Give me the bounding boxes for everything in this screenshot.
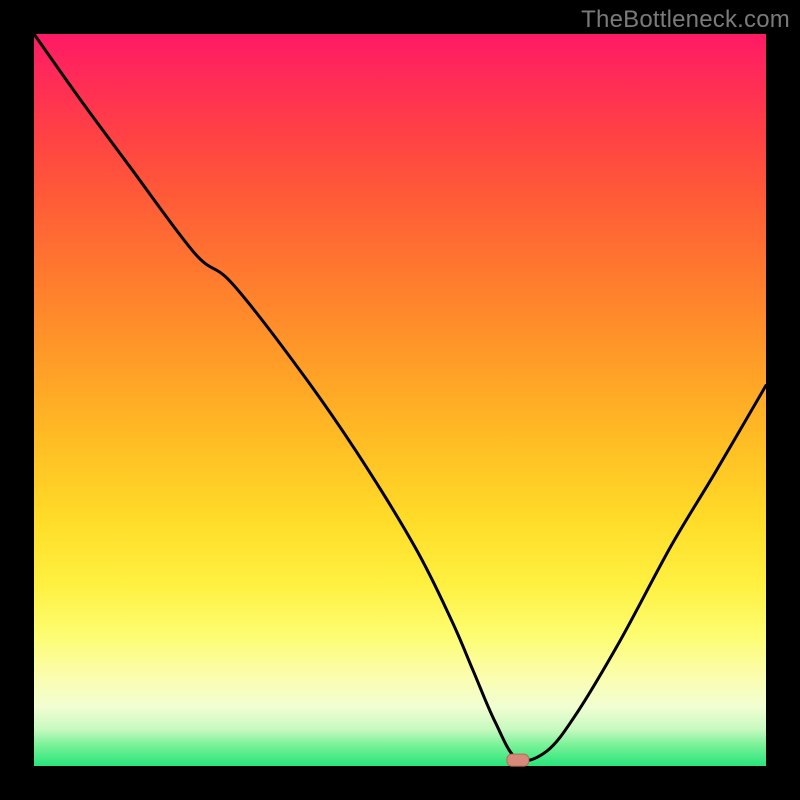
plot-svg <box>34 34 766 766</box>
watermark-text: TheBottleneck.com <box>581 6 790 34</box>
plot-area <box>34 34 766 766</box>
minimum-marker <box>507 754 529 766</box>
chart-frame: TheBottleneck.com <box>0 0 800 800</box>
bottleneck-curve <box>34 34 766 761</box>
